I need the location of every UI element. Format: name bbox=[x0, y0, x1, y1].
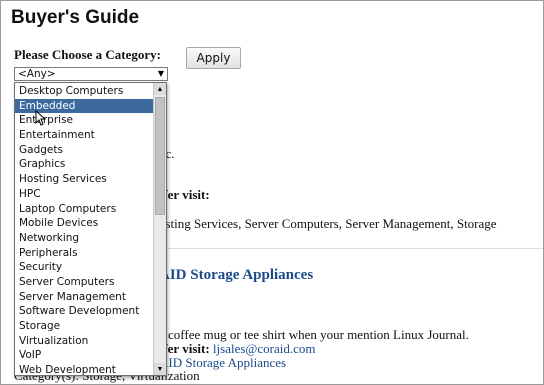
dropdown-option[interactable]: Laptop Computers bbox=[15, 202, 155, 217]
dropdown-option[interactable]: Virtualization bbox=[15, 334, 155, 349]
dropdown-option[interactable]: Security bbox=[15, 260, 155, 275]
scroll-up-arrow-icon[interactable]: ▲ bbox=[154, 83, 166, 95]
dropdown-option[interactable]: Entertainment bbox=[15, 128, 155, 143]
category-select-value: <Any> bbox=[18, 68, 56, 80]
page-title: Buyer's Guide bbox=[11, 7, 140, 28]
dropdown-option[interactable]: Server Management bbox=[15, 290, 155, 305]
dropdown-option[interactable]: Graphics bbox=[15, 157, 155, 172]
dropdown-arrow-icon[interactable]: ▼ bbox=[156, 69, 166, 79]
dropdown-option[interactable]: Gadgets bbox=[15, 143, 155, 158]
dropdown-option[interactable]: Peripherals bbox=[15, 246, 155, 261]
dropdown-option[interactable]: Desktop Computers bbox=[15, 84, 155, 99]
dropdown-option[interactable]: Server Computers bbox=[15, 275, 155, 290]
offer-email-link[interactable]: ljsales@coraid.com bbox=[213, 341, 316, 356]
categories-line-fragment: osting Services, Server Computers, Serve… bbox=[159, 216, 497, 231]
apply-button[interactable]: Apply bbox=[186, 47, 241, 69]
scrollbar-thumb[interactable] bbox=[155, 97, 165, 215]
divider bbox=[161, 248, 543, 249]
dropdown-options: Desktop Computers Embedded Enterprise Enter… bbox=[15, 84, 155, 375]
dropdown-option[interactable]: Mobile Devices bbox=[15, 216, 155, 231]
dropdown-option[interactable]: HPC bbox=[15, 187, 155, 202]
dropdown-scrollbar[interactable]: ▲ ▼ bbox=[153, 83, 166, 375]
category-label: Please Choose a Category: bbox=[14, 47, 161, 62]
dropdown-option[interactable]: Networking bbox=[15, 231, 155, 246]
listing-heading-fragment[interactable]: AID Storage Appliances bbox=[159, 267, 313, 284]
page-frame: Buyer's Guide Please Choose a Category: … bbox=[0, 0, 544, 385]
dropdown-option[interactable]: Web Development bbox=[15, 363, 155, 375]
mouse-pointer-icon bbox=[35, 110, 47, 126]
dropdown-option[interactable]: Software Development bbox=[15, 304, 155, 319]
dropdown-option[interactable]: Storage bbox=[15, 319, 155, 334]
category-dropdown-list[interactable]: Desktop Computers Embedded Enterprise Enter… bbox=[14, 82, 167, 376]
category-select[interactable]: <Any> ▼ bbox=[14, 67, 168, 81]
dropdown-option[interactable]: VoIP bbox=[15, 348, 155, 363]
scroll-down-arrow-icon[interactable]: ▼ bbox=[154, 363, 166, 375]
dropdown-option[interactable]: Hosting Services bbox=[15, 172, 155, 187]
